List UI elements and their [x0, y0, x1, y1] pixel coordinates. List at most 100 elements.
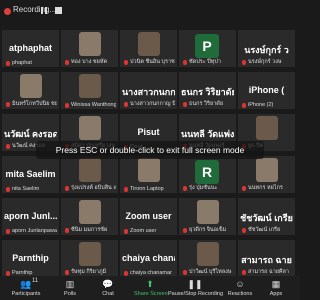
participant-count: 11 [32, 278, 39, 284]
participant-display-name: ธนกร วิริยาดัย [181, 87, 234, 97]
participant-name: รุ่งแปรงต์ อบิบสิน แสนพล [71, 185, 116, 191]
participant-tile[interactable]: iPhone (iPhone (2) [238, 72, 295, 109]
muted-mic-icon [65, 227, 69, 233]
participant-initial: P [195, 34, 219, 58]
participant-name-label: Zoom user [124, 228, 175, 234]
reactions-button[interactable]: ☺ Reactions [222, 278, 258, 300]
muted-mic-icon [183, 59, 187, 65]
participant-name: iPhone (2) [248, 102, 274, 108]
participant-video [256, 158, 278, 182]
participant-tile[interactable]: ปวนิต ชีนอิน บุราชกุฬ [120, 30, 177, 67]
pause-recording-icon[interactable] [38, 4, 50, 16]
participant-video [79, 32, 101, 56]
participant-video [79, 242, 101, 266]
muted-mic-icon [6, 101, 10, 107]
muted-mic-icon [124, 228, 128, 234]
participant-name: aporn Junlanpawat [12, 228, 57, 234]
participant-tile[interactable]: P ซัดประ ปีทุปา [179, 30, 236, 67]
polls-icon: ▥ [65, 279, 75, 289]
muted-mic-icon [242, 269, 246, 275]
toolbar-label: Pause/Stop Recording [168, 291, 224, 297]
participant-name: Tironn Laptop [130, 186, 164, 192]
participant-tile[interactable]: นรงษ์กุกร์ วนรงษ์กุกร์ วงษ [238, 30, 295, 67]
participant-name: รุ่ง ปุ่มซันนะ [189, 185, 218, 191]
participant-tile[interactable]: สามารถ ฉายสามารถ ฉายศิลา [238, 240, 295, 277]
participant-name-label: ปาวิฒน์ บุรีไทลงษ [183, 268, 234, 276]
participant-name: นนทกร หยไกร [248, 185, 283, 191]
toolbar-label: Share Screen [134, 291, 168, 297]
toolbar-label: Apps [269, 291, 283, 297]
participant-name-label: iPhone (2) [242, 102, 293, 108]
participant-tile[interactable]: ชัชวัฒน์ เกรีย ชัชวัฒน์ เกรีย [238, 198, 295, 235]
participant-video [138, 32, 160, 56]
participant-video [256, 116, 278, 140]
participant-video [79, 74, 101, 98]
participant-display-name: Zoom user [125, 211, 172, 221]
participant-name-label: ซัดประ ปีทุปา [183, 58, 234, 66]
participant-tile[interactable]: ธนกร วิริยาดัย ธนกร วิริยาดัย [179, 72, 236, 109]
fullscreen-exit-hint: Press ESC or double-click to exit full s… [36, 141, 264, 159]
muted-mic-icon [183, 101, 187, 107]
participant-name-label: ซีนิม มมการช้ผ [65, 226, 116, 234]
polls-button[interactable]: ▥ Polls [56, 278, 84, 300]
muted-mic-icon [124, 101, 128, 107]
participant-tile[interactable]: Parnthip Parnthip [2, 240, 59, 277]
participant-tile[interactable]: นนทกร หยไกร [238, 156, 295, 193]
participant-name-label: นรงษ์กุกร์ วงษ [242, 58, 293, 66]
participant-tile[interactable]: atphaphat phaphat [2, 30, 59, 67]
participant-tile[interactable]: นางสาวกนกกาญ... นางสาวกนกกาญ นิสโอนชยทิ [120, 72, 177, 109]
participant-name: Winissa Wanthong [71, 102, 116, 108]
participant-tile[interactable]: รัษทุม กิริยาภูมิ [61, 240, 118, 277]
toolbar-label: Polls [64, 291, 76, 297]
participant-tile[interactable]: มินทร์โกทวีปนิย ชยหว [2, 72, 59, 109]
participant-tile[interactable]: ซีนิม มมการช้ผ [61, 198, 118, 235]
participant-tile[interactable]: ทอง บาง ชยหัค [61, 30, 118, 67]
participant-tile[interactable]: Zoom user Zoom user [120, 198, 177, 235]
participant-name-label: ชัชวัฒน์ เกรีย [242, 226, 293, 234]
participant-name-label: ยุวดีกร จินอเข็ม [183, 226, 234, 234]
participant-display-name: นรงษ์กุกร์ ว [244, 45, 289, 55]
participant-tile[interactable]: ยุวดีกร จินอเข็ม [179, 198, 236, 235]
stop-recording-icon[interactable] [52, 4, 64, 16]
muted-mic-icon [6, 143, 10, 149]
participant-name: มินทร์โกทวีปนิย ชยหว [12, 101, 57, 107]
recording-bar: Recording... [0, 0, 300, 22]
participant-video [20, 74, 42, 98]
participant-name: Zoom user [130, 228, 157, 234]
participant-name: ธนกร วิริยาดัย [189, 101, 224, 107]
share-screen-button[interactable]: ⬆ Share Screen [134, 278, 168, 300]
muted-mic-icon [242, 59, 246, 65]
participant-name: สามารถ ฉายศิลา [248, 269, 289, 275]
pause-stop-recording-button[interactable]: ❚❚ Pause/Stop Recording [168, 278, 224, 300]
muted-mic-icon [65, 185, 69, 191]
participant-tile[interactable]: รุ่งแปรงต์ อบิบสิน แสนพล [61, 156, 118, 193]
participant-display-name: mita Saelim [5, 169, 56, 179]
participant-display-name: สามารถ ฉาย [241, 255, 292, 265]
participant-name-label: มินทร์โกทวีปนิย ชยหว [6, 100, 57, 108]
participants-button[interactable]: 👥 11 Participants [6, 278, 46, 300]
participant-name: นรงษ์กุกร์ วงษ [248, 59, 282, 65]
participant-video [79, 200, 101, 224]
chat-button[interactable]: 💬 Chat [94, 278, 122, 300]
participant-tile[interactable]: Winissa Wanthong [61, 72, 118, 109]
participant-tile[interactable]: R รุ่ง ปุ่มซันนะ [179, 156, 236, 193]
participant-video [79, 116, 101, 140]
participant-tile[interactable]: ปาวิฒน์ บุรีไทลงษ [179, 240, 236, 277]
participant-tile[interactable]: chaiya chanamarchaiya chanamar [120, 240, 177, 277]
participant-display-name: Pisut [137, 127, 160, 137]
participant-name: ยุวดีกร จินอเข็ม [189, 227, 227, 233]
participant-name-label: Winissa Wanthong [65, 102, 116, 108]
participant-tile[interactable]: Tironn Laptop [120, 156, 177, 193]
participant-tile[interactable]: aporn Junl... aporn Junlanpawat [2, 198, 59, 235]
participant-name-label: Tironn Laptop [124, 186, 175, 192]
participant-display-name: ชัชวัฒน์ เกรีย [240, 213, 293, 223]
participant-video [79, 158, 101, 182]
muted-mic-icon [242, 102, 246, 108]
muted-mic-icon [242, 185, 246, 191]
participant-tile[interactable]: mita Saelim nita Saelim [2, 156, 59, 193]
muted-mic-icon [65, 59, 69, 65]
participant-name: nita Saelim [12, 186, 40, 192]
participant-video [138, 158, 160, 182]
participant-name: ปวนิต ชีนอิน บุราชกุฬ [130, 59, 175, 65]
apps-button[interactable]: ▦ Apps [260, 278, 292, 300]
